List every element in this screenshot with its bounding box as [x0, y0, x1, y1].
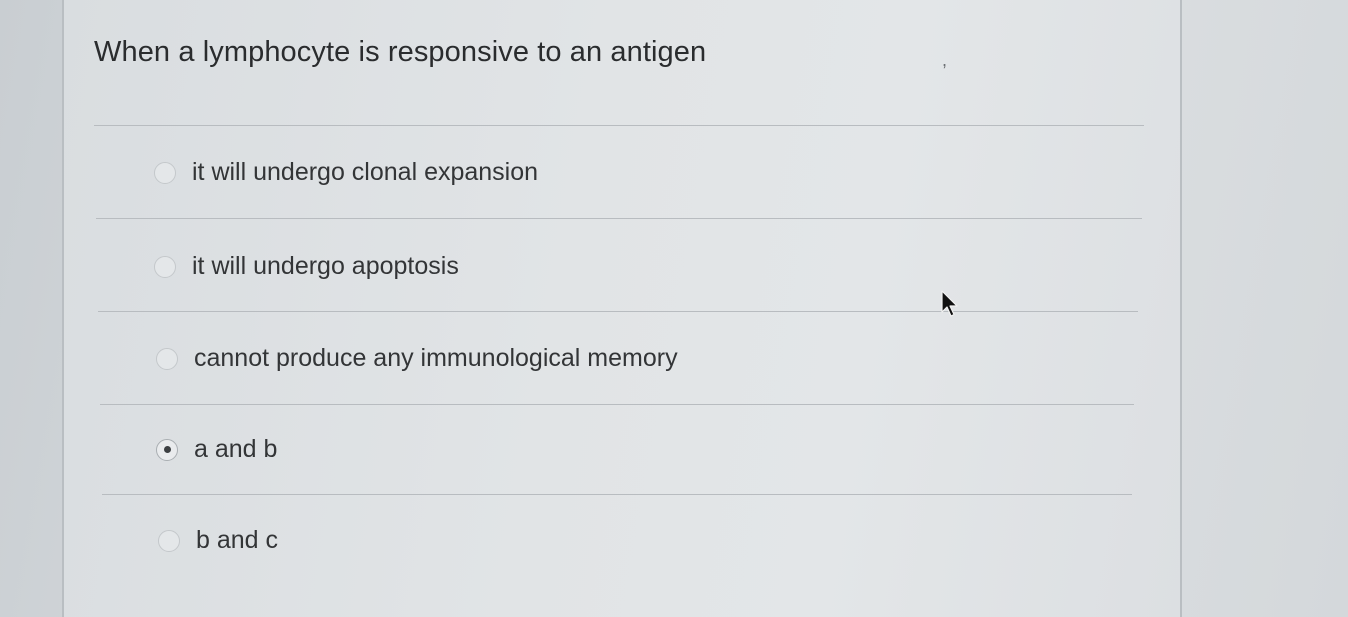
answer-option-4[interactable]: a and b	[156, 435, 277, 464]
divider	[100, 404, 1134, 405]
mouse-pointer-icon	[941, 290, 958, 317]
answer-option-5[interactable]: b and c	[158, 526, 278, 555]
divider	[102, 494, 1132, 495]
radio-button[interactable]	[156, 347, 178, 370]
option-label: it will undergo clonal expansion	[192, 158, 539, 186]
option-label: it will undergo apoptosis	[192, 252, 459, 280]
question-panel: When a lymphocyte is responsive to an an…	[62, 0, 1182, 617]
divider	[94, 125, 1144, 126]
radio-button-selected[interactable]	[156, 438, 178, 461]
divider	[98, 311, 1138, 312]
answer-option-2[interactable]: it will undergo apoptosis	[154, 252, 459, 281]
option-label: a and b	[194, 435, 278, 463]
question-text: When a lymphocyte is responsive to an an…	[94, 36, 707, 68]
stray-mark: ,	[942, 50, 948, 70]
screen: When a lymphocyte is responsive to an an…	[0, 0, 1348, 617]
radio-button[interactable]	[158, 529, 180, 552]
radio-dot	[163, 446, 171, 453]
answer-option-3[interactable]: cannot produce any immunological memory	[156, 344, 678, 373]
answer-option-1[interactable]: it will undergo clonal expansion	[154, 158, 538, 187]
option-label: b and c	[196, 526, 279, 554]
radio-button[interactable]	[154, 255, 176, 278]
radio-button[interactable]	[154, 161, 176, 184]
divider	[96, 218, 1142, 219]
option-label: cannot produce any immunological memory	[194, 344, 678, 372]
